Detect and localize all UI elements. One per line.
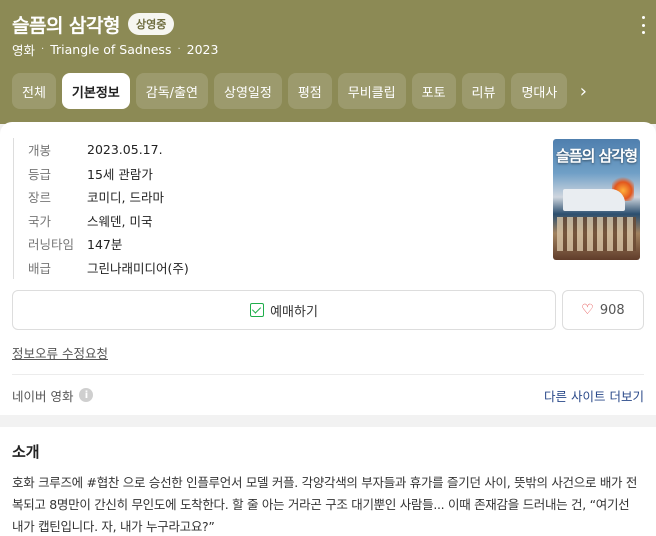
tab-cast[interactable]: 감독/출연	[135, 73, 208, 109]
intro-section: 소개 호화 크루즈에 #협찬 으로 승선한 인플루언서 모델 커플. 각양각색의…	[0, 427, 656, 536]
meta-separator: ·	[177, 44, 181, 55]
tab-basic-info[interactable]: 기본정보	[61, 73, 130, 109]
chevron-right-icon[interactable]: ›	[573, 81, 593, 102]
other-sites-link[interactable]: 다른 사이트 더보기	[544, 386, 644, 405]
meta-year: 2023	[186, 42, 219, 57]
info-key: 장르	[28, 190, 52, 206]
poster-deck-graphic	[557, 217, 636, 251]
tab-photos[interactable]: 포토	[411, 73, 456, 109]
info-key: 배급	[28, 260, 52, 276]
source-name: 네이버 영화 i	[12, 386, 94, 405]
info-row-rating: 등급 15세 관람가	[28, 162, 644, 186]
info-card: 개봉 2023.05.17. 등급 15세 관람가 장르 코미디, 드라마 국가…	[0, 122, 656, 427]
section-divider	[0, 415, 656, 427]
info-value: 2023.05.17.	[87, 142, 163, 158]
movie-poster[interactable]: 슬픔의 삼각형	[553, 139, 640, 260]
info-icon[interactable]: i	[79, 388, 94, 402]
status-badge: 상영중	[128, 13, 175, 35]
info-row-distributor: 배급 그린나래미디어(주)	[28, 256, 644, 280]
info-row-runtime: 러닝타임 147분	[28, 232, 644, 256]
info-key: 국가	[28, 213, 52, 229]
tab-reviews[interactable]: 리뷰	[461, 73, 506, 109]
report-error-link[interactable]: 정보오류 수정요청	[12, 343, 108, 362]
tab-bar: 전체 기본정보 감독/출연 상영일정 평점 무비클립 포토 리뷰 명대사 ›	[12, 73, 644, 109]
calendar-check-icon	[250, 303, 265, 317]
info-value: 15세 관람가	[87, 166, 153, 182]
info-value: 그린나래미디어(주)	[87, 260, 189, 276]
heart-icon: ♡	[581, 302, 594, 318]
info-value: 147분	[87, 237, 123, 253]
like-count: 908	[599, 302, 625, 318]
tab-schedule[interactable]: 상영일정	[214, 73, 282, 109]
info-row-genre: 장르 코미디, 드라마	[28, 185, 644, 209]
info-key: 러닝타임	[28, 237, 75, 253]
info-key: 등급	[28, 166, 52, 182]
more-options-icon[interactable]	[640, 16, 646, 34]
like-button[interactable]: ♡ 908	[562, 290, 644, 330]
tab-ratings[interactable]: 평점	[287, 73, 332, 109]
info-list: 개봉 2023.05.17. 등급 15세 관람가 장르 코미디, 드라마 국가…	[13, 138, 644, 279]
tab-quotes[interactable]: 명대사	[511, 73, 568, 109]
info-row-country: 국가 스웨덴, 미국	[28, 209, 644, 233]
tab-all[interactable]: 전체	[12, 73, 56, 109]
movie-meta: 영화 · Triangle of Sadness · 2023	[12, 40, 644, 59]
tab-movie-clips[interactable]: 무비클립	[337, 73, 406, 109]
intro-title: 소개	[12, 443, 40, 461]
movie-title: 슬픔의 삼각형	[12, 14, 121, 37]
poster-title: 슬픔의 삼각형	[556, 147, 638, 165]
intro-body: 호화 크루즈에 #협찬 으로 승선한 인플루언서 모델 커플. 각양각색의 부자…	[12, 475, 638, 534]
reserve-button[interactable]: 예매하기	[12, 290, 556, 330]
reserve-label: 예매하기	[270, 304, 318, 320]
meta-separator: ·	[41, 44, 45, 55]
info-value: 코미디, 드라마	[87, 190, 164, 206]
movie-header: 슬픔의 삼각형 상영중 영화 · Triangle of Sadness · 2…	[0, 0, 656, 124]
source-label: 네이버 영화	[12, 388, 74, 404]
action-row: 예매하기 ♡ 908	[12, 290, 644, 330]
info-row-release: 개봉 2023.05.17.	[28, 138, 644, 162]
meta-category: 영화	[12, 43, 36, 58]
source-row: 네이버 영화 i 다른 사이트 더보기	[12, 374, 644, 415]
info-value: 스웨덴, 미국	[87, 213, 153, 229]
poster-ship-graphic	[563, 189, 625, 211]
title-row: 슬픔의 삼각형 상영중	[12, 0, 644, 37]
meta-original-title: Triangle of Sadness	[50, 42, 172, 57]
info-key: 개봉	[28, 143, 52, 159]
